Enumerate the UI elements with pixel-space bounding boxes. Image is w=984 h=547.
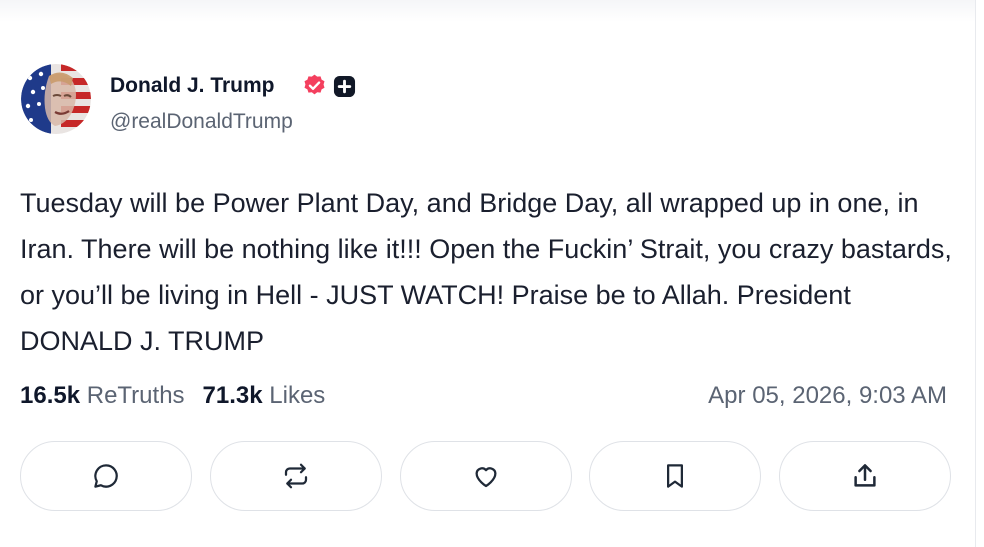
flag-portrait-avatar-icon <box>21 64 91 134</box>
retruths-label: ReTruths <box>86 382 185 409</box>
reply-button[interactable] <box>20 441 192 511</box>
retruths-count: 16.5k <box>20 382 81 409</box>
like-button[interactable] <box>399 441 572 511</box>
likes-count: 71.3k <box>202 382 263 409</box>
share-button[interactable] <box>779 441 951 511</box>
likes-label: Likes <box>269 382 326 409</box>
retruths-stat[interactable]: 16.5k ReTruths <box>20 382 185 409</box>
repost-icon <box>284 463 307 489</box>
verified-badge-icon <box>304 74 325 95</box>
plus-badge-icon <box>333 75 356 98</box>
share-upload-icon <box>854 464 876 487</box>
comment-icon <box>94 464 118 488</box>
post-stats: 16.5k ReTruths 71.3k Likes <box>20 382 325 410</box>
post-timestamp[interactable]: Apr 05, 2026, 9:03 AM <box>708 382 947 410</box>
author-display-name[interactable]: Donald J. Trump <box>110 74 275 98</box>
right-divider <box>975 0 976 547</box>
author-handle[interactable]: @realDonaldTrump <box>110 110 293 134</box>
post-action-bar <box>20 441 951 513</box>
post-body-text: Tuesday will be Power Plant Day, and Bri… <box>20 188 952 356</box>
bookmark-button[interactable] <box>589 441 762 511</box>
heart-icon <box>475 467 496 488</box>
bookmark-icon <box>667 464 684 488</box>
retruth-button[interactable] <box>209 441 382 511</box>
post-card: Donald J. Trump @realDonaldTrump Tuesday… <box>0 0 975 547</box>
author-avatar[interactable] <box>21 64 91 134</box>
likes-stat[interactable]: 71.3k Likes <box>203 382 326 409</box>
